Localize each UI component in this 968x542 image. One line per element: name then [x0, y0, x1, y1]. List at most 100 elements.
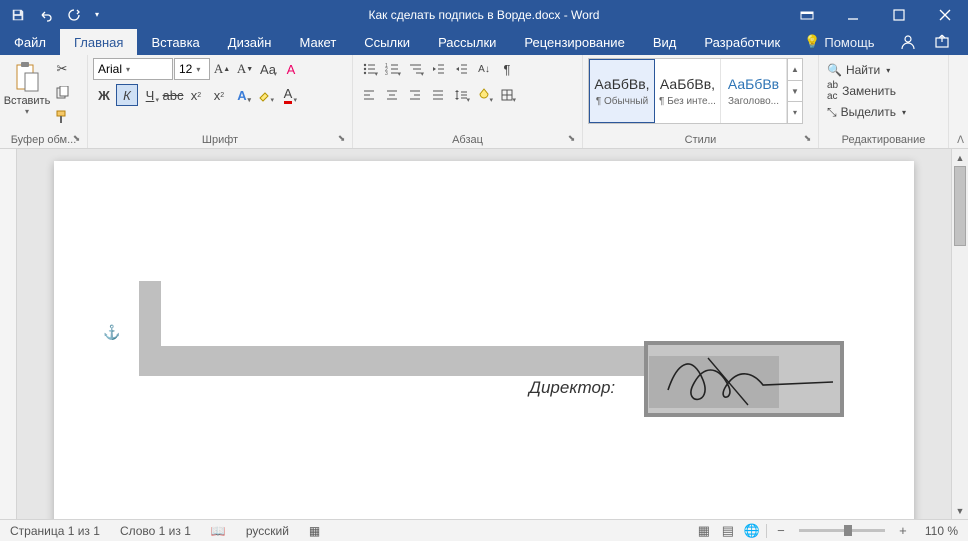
show-marks-icon[interactable]: ¶	[496, 58, 518, 80]
paste-button[interactable]: Вставить ▾	[5, 58, 49, 119]
strikethrough-icon[interactable]: abc	[162, 84, 184, 106]
font-size-combo[interactable]: 12▾	[174, 58, 210, 80]
subscript-icon[interactable]: x2	[185, 84, 207, 106]
style-heading1[interactable]: АаБбВв Заголово...	[721, 59, 787, 123]
tab-layout[interactable]: Макет	[285, 29, 350, 55]
tell-me-label: Помощь	[824, 35, 874, 50]
collapse-ribbon-icon[interactable]: ᐱ	[957, 135, 964, 146]
tab-insert[interactable]: Вставка	[137, 29, 213, 55]
tab-view[interactable]: Вид	[639, 29, 691, 55]
align-center-icon[interactable]	[381, 84, 403, 106]
align-left-icon[interactable]	[358, 84, 380, 106]
language-status[interactable]: русский	[236, 524, 299, 538]
sort-icon[interactable]: A↓	[473, 58, 495, 80]
scroll-thumb[interactable]	[954, 166, 966, 246]
shading-icon[interactable]	[473, 84, 495, 106]
zoom-out-icon[interactable]: −	[769, 520, 793, 542]
account-icon[interactable]	[900, 34, 916, 50]
underline-icon[interactable]: Ч	[139, 84, 161, 106]
borders-icon[interactable]	[496, 84, 518, 106]
print-layout-icon[interactable]: ▤	[716, 520, 740, 542]
scroll-down-icon[interactable]: ▼	[952, 502, 968, 519]
format-painter-icon[interactable]	[51, 106, 73, 128]
tab-design[interactable]: Дизайн	[214, 29, 286, 55]
tell-me-search[interactable]: 💡 Помощь	[794, 29, 884, 55]
zoom-in-icon[interactable]: +	[891, 520, 915, 542]
undo-icon[interactable]	[34, 3, 58, 27]
styles-launcher-icon[interactable]: ⬊	[802, 133, 813, 144]
select-button[interactable]: ⤡Выделить▾	[824, 102, 909, 122]
ribbon-options-icon[interactable]	[784, 0, 830, 29]
cut-icon[interactable]: ✂	[51, 58, 73, 80]
numbering-icon[interactable]: 123	[381, 58, 403, 80]
save-icon[interactable]	[6, 3, 30, 27]
font-name-combo[interactable]: Arial▾	[93, 58, 173, 80]
gallery-more-icon[interactable]: ▾	[787, 102, 802, 123]
macro-status[interactable]: ▦	[299, 524, 330, 538]
word-count[interactable]: Слово 1 из 1	[110, 524, 201, 538]
copy-icon[interactable]	[51, 82, 73, 104]
style-name: Заголово...	[723, 96, 784, 107]
tab-file[interactable]: Файл	[0, 29, 60, 55]
style-no-spacing[interactable]: АаБбВв, ¶ Без инте...	[655, 59, 721, 123]
minimize-icon[interactable]	[830, 0, 876, 29]
line-spacing-icon[interactable]	[450, 84, 472, 106]
group-styles-label: Стили⬊	[588, 131, 813, 148]
page-count[interactable]: Страница 1 из 1	[0, 524, 110, 538]
zoom-slider-knob[interactable]	[844, 525, 852, 536]
shrink-font-icon[interactable]: A▼	[234, 58, 256, 80]
zoom-slider[interactable]	[799, 529, 885, 532]
paragraph-launcher-icon[interactable]: ⬊	[566, 133, 577, 144]
statusbar: Страница 1 из 1 Слово 1 из 1 📖 русский ▦…	[0, 519, 968, 541]
text-effects-icon[interactable]: A	[231, 84, 253, 106]
italic-icon[interactable]: К	[116, 84, 138, 106]
qat-customize-icon[interactable]: ▾	[90, 3, 104, 27]
maximize-icon[interactable]	[876, 0, 922, 29]
signature-label: Директор:	[529, 378, 615, 398]
align-right-icon[interactable]	[404, 84, 426, 106]
superscript-icon[interactable]: x2	[208, 84, 230, 106]
bold-icon[interactable]: Ж	[93, 84, 115, 106]
scroll-up-icon[interactable]: ▲	[952, 149, 968, 166]
tab-mailings[interactable]: Рассылки	[424, 29, 510, 55]
svg-text:3: 3	[385, 71, 388, 76]
highlight-shape-horizontal	[139, 346, 724, 376]
tab-references[interactable]: Ссылки	[350, 29, 424, 55]
document-viewport[interactable]: ⚓ Директор:	[17, 149, 951, 519]
web-layout-icon[interactable]: 🌐	[740, 520, 764, 542]
tab-home[interactable]: Главная	[60, 29, 137, 55]
justify-icon[interactable]	[427, 84, 449, 106]
read-mode-icon[interactable]: ▦	[692, 520, 716, 542]
tab-review[interactable]: Рецензирование	[510, 29, 638, 55]
gallery-down-icon[interactable]: ▼	[787, 81, 802, 103]
document-title: Как сделать подпись в Ворде.docx - Word	[369, 8, 600, 22]
font-launcher-icon[interactable]: ⬊	[336, 133, 347, 144]
styles-gallery: АаБбВв, ¶ Обычный АаБбВв, ¶ Без инте... …	[588, 58, 803, 124]
font-color-icon[interactable]: A	[277, 84, 299, 106]
zoom-level[interactable]: 110 %	[915, 524, 968, 538]
change-case-icon[interactable]: Aa	[257, 58, 279, 80]
ribbon: Вставить ▾ ✂ Буфер обм...⬊ Arial▾ 12▾ A▲…	[0, 55, 968, 149]
gallery-up-icon[interactable]: ▲	[787, 59, 802, 81]
decrease-indent-icon[interactable]	[427, 58, 449, 80]
close-icon[interactable]	[922, 0, 968, 29]
group-editing-label: Редактирование	[824, 131, 943, 148]
share-icon[interactable]	[934, 34, 950, 50]
find-button[interactable]: 🔍Найти▾	[824, 60, 893, 80]
clear-formatting-icon[interactable]: A	[280, 58, 302, 80]
spellcheck-status[interactable]: 📖	[201, 524, 236, 538]
group-styles: АаБбВв, ¶ Обычный АаБбВв, ¶ Без инте... …	[583, 55, 819, 148]
tab-developer[interactable]: Разработчик	[690, 29, 794, 55]
redo-icon[interactable]	[62, 3, 86, 27]
vertical-ruler[interactable]	[0, 149, 17, 519]
replace-button[interactable]: abacЗаменить	[824, 81, 899, 101]
clipboard-launcher-icon[interactable]: ⬊	[71, 133, 82, 144]
increase-indent-icon[interactable]	[450, 58, 472, 80]
grow-font-icon[interactable]: A▲	[211, 58, 233, 80]
multilevel-list-icon[interactable]	[404, 58, 426, 80]
vertical-scrollbar[interactable]: ▲ ▼	[951, 149, 968, 519]
page[interactable]: ⚓ Директор:	[54, 161, 914, 519]
highlight-icon[interactable]	[254, 84, 276, 106]
style-normal[interactable]: АаБбВв, ¶ Обычный	[589, 59, 655, 123]
bullets-icon[interactable]	[358, 58, 380, 80]
